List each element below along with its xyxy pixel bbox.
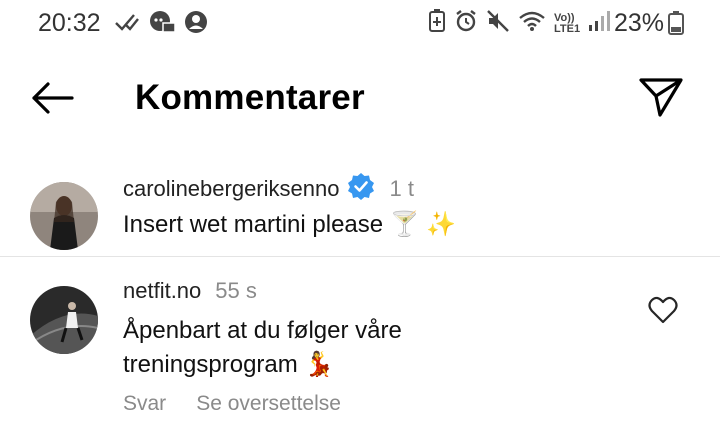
network-label: Vo)) LTE1 <box>554 11 581 35</box>
like-heart-icon[interactable] <box>648 296 678 329</box>
translate-button[interactable]: Se oversettelse <box>196 392 341 416</box>
avatar[interactable] <box>30 182 98 250</box>
comment-text: Insert wet martini please 🍸 ✨ <box>123 211 457 238</box>
comment-meta: carolinebergeriksenno 1 t <box>123 172 414 206</box>
username[interactable]: carolinebergeriksenno <box>123 176 339 202</box>
verified-badge-icon <box>347 172 375 206</box>
send-icon[interactable] <box>638 76 684 123</box>
back-arrow-icon[interactable] <box>30 80 74 121</box>
mute-icon <box>486 9 510 38</box>
check-notification-icon <box>114 11 140 38</box>
status-left-icons <box>114 9 208 40</box>
comment-item: carolinebergeriksenno 1 t Insert wet mar… <box>0 170 720 256</box>
divider <box>0 256 720 257</box>
alarm-icon <box>454 9 478 38</box>
comment-meta: netfit.no 55 s <box>123 278 257 304</box>
comment-time: 1 t <box>389 176 414 201</box>
battery-percent: 23% <box>614 9 665 37</box>
status-bar: 20:32 Vo)) LTE1 23% <box>0 0 720 46</box>
battery-saver-icon <box>428 9 446 38</box>
comment-actions: Svar Se oversettelse <box>123 392 341 416</box>
messenger-icon <box>148 9 176 40</box>
status-time: 20:32 <box>38 9 101 37</box>
comment-item: netfit.no 55 s Åpenbart at du følger vår… <box>0 276 720 439</box>
avatar[interactable] <box>30 286 98 354</box>
status-right-icons: Vo)) LTE1 <box>428 9 610 38</box>
header: Kommentarer <box>0 58 720 138</box>
battery-icon <box>668 11 684 40</box>
signal-icon <box>588 10 610 37</box>
username[interactable]: netfit.no <box>123 278 201 304</box>
reply-button[interactable]: Svar <box>123 392 166 416</box>
comment-time: 55 s <box>215 278 257 303</box>
wifi-icon <box>518 9 546 38</box>
account-icon <box>184 10 208 39</box>
comment-text: Åpenbart at du følger våre treningsprogr… <box>123 317 402 378</box>
page-title: Kommentarer <box>135 78 365 117</box>
